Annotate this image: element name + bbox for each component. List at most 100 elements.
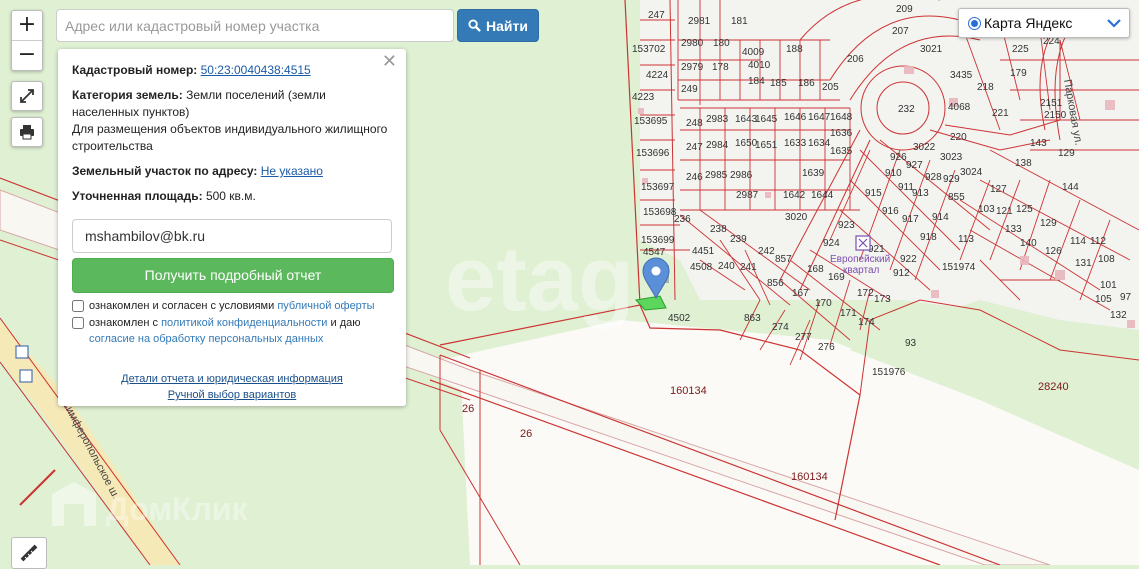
parcel-number: 2986	[730, 170, 753, 181]
parcel-number: 1646	[784, 112, 807, 123]
parcel-number: 206	[847, 54, 864, 65]
parcel-number: 247	[648, 10, 665, 21]
printer-icon	[20, 125, 34, 140]
parcel-number: 205	[822, 82, 839, 93]
privacy-policy-link[interactable]: политикой конфиденциальности	[161, 317, 327, 329]
parcel-number: 926	[890, 152, 907, 163]
parcel-number: 3021	[920, 44, 943, 55]
zoom-in-button[interactable]: +	[12, 11, 42, 40]
parcel-info-panel: ✕ Кадастровый номер: 50:23:0040438:4515 …	[58, 49, 406, 406]
consent-offer-text: ознакомлен и согласен с условиями публич…	[89, 298, 375, 314]
parcel-number: 221	[992, 108, 1009, 119]
map-type-select[interactable]: Карта Яндекс	[958, 8, 1130, 38]
report-details-link[interactable]: Детали отчета и юридическая информация	[121, 373, 343, 385]
parcel-number: 928	[925, 172, 942, 183]
manual-selection-link[interactable]: Ручной выбор вариантов	[168, 389, 296, 401]
parcel-number: 121	[996, 206, 1013, 217]
parcel-number: 93	[905, 338, 917, 349]
cadastral-number-link[interactable]: 50:23:0040438:4515	[201, 63, 311, 77]
close-icon[interactable]: ✕	[382, 53, 397, 71]
parcel-number: 173	[874, 294, 891, 305]
ruler-icon	[20, 544, 38, 562]
address-row: Земельный участок по адресу: Не указано	[72, 163, 392, 180]
parcel-number: 915	[865, 188, 882, 199]
parcel-number: 249	[681, 84, 698, 95]
parcel-number: 4508	[690, 262, 713, 273]
parcel-number: 2987	[736, 190, 759, 201]
parcel-number: 144	[1062, 182, 1079, 193]
parcel-number: 274	[772, 322, 789, 333]
parcel-number: 186	[798, 78, 815, 89]
email-field[interactable]	[72, 219, 392, 253]
parcel-number: 1647	[808, 112, 831, 123]
large-parcel-number: 160134	[791, 471, 828, 483]
large-parcel-number: 28240	[1038, 381, 1069, 393]
parcel-number: 127	[990, 184, 1007, 195]
zoom-out-button[interactable]: −	[12, 40, 42, 70]
parcel-number: 131	[1075, 258, 1092, 269]
parcel-number: 1648	[830, 112, 853, 123]
parcel-number: 4224	[646, 70, 669, 81]
expand-icon	[20, 89, 34, 103]
map-type-radio[interactable]	[968, 16, 981, 30]
parcel-number: 4451	[692, 246, 715, 257]
parcel-number: 1635	[830, 146, 853, 157]
consent-offer-row: ознакомлен и согласен с условиями публич…	[72, 298, 392, 314]
large-parcel-number: 160134	[670, 385, 707, 397]
find-button[interactable]: Найти	[457, 9, 539, 42]
parcel-number: 863	[744, 313, 761, 324]
large-parcel-number: 26	[520, 428, 532, 440]
parcel-number: 185	[770, 78, 787, 89]
search-icon	[468, 19, 481, 32]
public-offer-link[interactable]: публичной оферты	[277, 300, 374, 312]
domclick-watermark-text: ДомКлик	[106, 491, 249, 527]
consent-privacy-middle: и даю	[330, 317, 361, 329]
poi-label-line1: Европейский	[830, 254, 890, 265]
personal-data-consent-link[interactable]: согласие на обработку персональных данны…	[89, 333, 323, 345]
parcel-number: 2980	[681, 38, 704, 49]
parcel-number: 4010	[748, 60, 771, 71]
parcel-number: 172	[857, 288, 874, 299]
category-label: Категория земель:	[72, 88, 183, 102]
parcel-number: 153695	[634, 116, 668, 127]
parcel-number: 105	[1095, 294, 1112, 305]
parcel-number: 143	[1030, 138, 1047, 149]
parcel-number: 114	[1070, 236, 1086, 247]
parcel-number: 180	[713, 38, 730, 49]
zoom-control: + −	[11, 10, 43, 71]
parcel-number: 4502	[668, 313, 691, 324]
search-input[interactable]	[56, 9, 454, 42]
parcel-number: 209	[896, 4, 913, 15]
parcel-number: 3022	[913, 142, 936, 153]
get-report-button[interactable]: Получить подробный отчет	[72, 258, 394, 293]
poi-label-line2: квартал	[843, 265, 880, 276]
parcel-number: 236	[674, 214, 691, 225]
footer-links: Детали отчета и юридическая информация Р…	[72, 371, 392, 403]
parcel-number: 132	[1110, 310, 1127, 321]
parcel-number: 2983	[706, 114, 729, 125]
parcel-number: 1642	[783, 190, 806, 201]
chevron-down-icon[interactable]	[1107, 18, 1121, 28]
cadastral-label: Кадастровый номер:	[72, 63, 198, 77]
parcel-number: 129	[1040, 218, 1057, 229]
parcel-number: 239	[730, 234, 747, 245]
privacy-checkbox[interactable]	[72, 317, 84, 329]
parcel-number: 151974	[942, 262, 976, 273]
parcel-number: 140	[1020, 238, 1037, 249]
parcel-number: 2150	[1044, 110, 1067, 121]
usage-value: Для размещения объектов индивидуального …	[72, 122, 388, 153]
fullscreen-button[interactable]	[11, 81, 43, 111]
parcel-number: 3024	[960, 167, 983, 178]
print-button[interactable]	[11, 117, 43, 147]
parcel-number: 927	[906, 160, 923, 171]
address-link[interactable]: Не указано	[261, 164, 323, 178]
offer-checkbox[interactable]	[72, 300, 84, 312]
ruler-button[interactable]	[11, 537, 47, 569]
parcel-number: 1645	[755, 114, 778, 125]
parcel-number: 238	[710, 224, 727, 235]
poi-icon	[855, 235, 871, 251]
parcel-number: 181	[731, 16, 748, 27]
parcel-number: 911	[898, 182, 914, 193]
parcel-number: 917	[902, 214, 919, 225]
consent-privacy-text: ознакомлен с политикой конфиденциальност…	[89, 315, 392, 347]
